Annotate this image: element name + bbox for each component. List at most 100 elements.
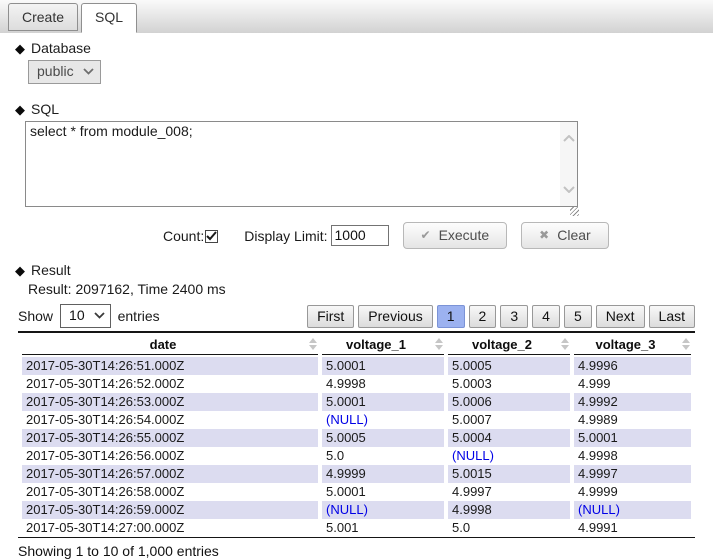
- result-table-body: 2017-05-30T14:26:51.000Z5.00015.00054.99…: [22, 357, 691, 537]
- scroll-down-icon[interactable]: [563, 186, 575, 193]
- database-select-value: public: [37, 63, 74, 80]
- diamond-icon: ◆: [15, 103, 25, 116]
- display-limit-input[interactable]: [331, 225, 389, 246]
- sql-section-title: ◆ SQL: [15, 101, 713, 117]
- main-content: ◆ Database public ◆ SQL select * from mo…: [0, 33, 713, 559]
- sort-icon: [435, 338, 443, 350]
- column-header-date[interactable]: date: [22, 333, 318, 355]
- table-row: 2017-05-30T14:26:53.000Z5.00015.00064.99…: [22, 393, 691, 411]
- result-table: date voltage_1 voltage_2 voltage_3: [18, 331, 695, 538]
- cell-date: 2017-05-30T14:26:54.000Z: [22, 411, 318, 429]
- cell-date: 2017-05-30T14:26:53.000Z: [22, 393, 318, 411]
- show-label: Show: [18, 308, 53, 324]
- page-length-value: 10: [69, 307, 85, 324]
- cell-date: 2017-05-30T14:26:55.000Z: [22, 429, 318, 447]
- cell-date: 2017-05-30T14:26:58.000Z: [22, 483, 318, 501]
- table-row: 2017-05-30T14:26:59.000Z(NULL)4.9998(NUL…: [22, 501, 691, 519]
- page-length-select[interactable]: 10: [60, 304, 111, 328]
- column-header-voltage-1[interactable]: voltage_1: [322, 333, 444, 355]
- clear-button[interactable]: ✖ Clear: [521, 222, 609, 249]
- cell-voltage_2: 4.9998: [448, 501, 570, 519]
- chevron-down-icon: [94, 312, 105, 319]
- cell-voltage_3: 4.9991: [574, 519, 691, 537]
- sql-textarea[interactable]: select * from module_008;: [25, 121, 578, 207]
- show-entries-control: Show 10 entries: [18, 304, 160, 328]
- count-checkbox[interactable]: [205, 230, 218, 243]
- sort-icon: [561, 338, 569, 350]
- cell-voltage_1: 4.9999: [322, 465, 444, 483]
- page-button-previous[interactable]: Previous: [358, 305, 432, 328]
- table-row: 2017-05-30T14:26:58.000Z5.00014.99974.99…: [22, 483, 691, 501]
- table-row: 2017-05-30T14:26:54.000Z(NULL)5.00074.99…: [22, 411, 691, 429]
- execute-button[interactable]: ✔ Execute: [403, 222, 508, 249]
- database-select[interactable]: public: [28, 60, 101, 84]
- cell-date: 2017-05-30T14:26:57.000Z: [22, 465, 318, 483]
- cell-voltage_3: 4.9992: [574, 393, 691, 411]
- cell-date: 2017-05-30T14:26:51.000Z: [22, 357, 318, 375]
- database-section-label: Database: [31, 40, 91, 56]
- entries-label: entries: [118, 308, 160, 324]
- diamond-icon: ◆: [15, 42, 25, 55]
- cell-voltage_3: 4.9998: [574, 447, 691, 465]
- result-summary: Result: 2097162, Time 2400 ms: [28, 281, 713, 297]
- resize-grip-icon[interactable]: [570, 207, 579, 216]
- cell-voltage_3: 4.9996: [574, 357, 691, 375]
- cell-voltage_1: (NULL): [322, 501, 444, 519]
- table-row: 2017-05-30T14:26:51.000Z5.00015.00054.99…: [22, 357, 691, 375]
- cell-voltage_2: 5.0007: [448, 411, 570, 429]
- table-row: 2017-05-30T14:26:57.000Z4.99995.00154.99…: [22, 465, 691, 483]
- cell-voltage_1: 5.0001: [322, 393, 444, 411]
- sql-section-label: SQL: [31, 101, 59, 117]
- page-button-last[interactable]: Last: [649, 305, 695, 328]
- page-button-next[interactable]: Next: [596, 305, 645, 328]
- cell-date: 2017-05-30T14:26:56.000Z: [22, 447, 318, 465]
- cell-voltage_3: 5.0001: [574, 429, 691, 447]
- cell-voltage_2: 5.0: [448, 519, 570, 537]
- page-button-2[interactable]: 2: [469, 305, 497, 328]
- cell-voltage_3: (NULL): [574, 501, 691, 519]
- page-button-1[interactable]: 1: [437, 305, 465, 328]
- cell-date: 2017-05-30T14:26:52.000Z: [22, 375, 318, 393]
- query-controls: Count: Display Limit: ✔ Execute ✖ Clear: [163, 222, 713, 249]
- page-button-4[interactable]: 4: [532, 305, 560, 328]
- column-label: voltage_2: [472, 337, 532, 352]
- cell-voltage_3: 4.9989: [574, 411, 691, 429]
- execute-button-label: Execute: [439, 227, 490, 243]
- check-icon: ✔: [421, 229, 431, 241]
- cell-voltage_3: 4.999: [574, 375, 691, 393]
- cell-voltage_2: 5.0003: [448, 375, 570, 393]
- table-info: Showing 1 to 10 of 1,000 entries: [18, 543, 713, 559]
- column-header-voltage-2[interactable]: voltage_2: [448, 333, 570, 355]
- table-header-row: date voltage_1 voltage_2 voltage_3: [22, 333, 691, 355]
- cell-voltage_1: 4.9998: [322, 375, 444, 393]
- column-header-voltage-3[interactable]: voltage_3: [574, 333, 691, 355]
- cell-voltage_2: 4.9997: [448, 483, 570, 501]
- tab-create[interactable]: Create: [8, 3, 78, 31]
- scroll-up-icon[interactable]: [563, 135, 575, 142]
- x-icon: ✖: [539, 229, 549, 241]
- cell-voltage_2: 5.0015: [448, 465, 570, 483]
- cell-voltage_2: 5.0004: [448, 429, 570, 447]
- pagination: FirstPrevious12345NextLast: [307, 305, 695, 328]
- cell-voltage_1: 5.0001: [322, 357, 444, 375]
- page-button-3[interactable]: 3: [500, 305, 528, 328]
- database-section-title: ◆ Database: [15, 40, 713, 56]
- column-label: voltage_1: [346, 337, 406, 352]
- cell-voltage_2: 5.0005: [448, 357, 570, 375]
- table-row: 2017-05-30T14:26:55.000Z5.00055.00045.00…: [22, 429, 691, 447]
- page-button-first[interactable]: First: [307, 305, 354, 328]
- page-button-5[interactable]: 5: [564, 305, 592, 328]
- count-label: Count:: [163, 228, 204, 244]
- cell-voltage_1: 5.001: [322, 519, 444, 537]
- chevron-down-icon: [83, 68, 94, 75]
- result-section-title: ◆ Result: [15, 262, 713, 278]
- cell-voltage_1: 5.0001: [322, 483, 444, 501]
- table-toolbar: Show 10 entries FirstPrevious12345NextLa…: [18, 304, 695, 328]
- tab-sql[interactable]: SQL: [81, 3, 137, 33]
- column-label: date: [150, 337, 177, 352]
- sort-icon: [309, 338, 317, 350]
- textarea-scrollbar[interactable]: [560, 122, 577, 206]
- cell-voltage_1: (NULL): [322, 411, 444, 429]
- clear-button-label: Clear: [557, 227, 590, 243]
- check-icon: [206, 231, 217, 241]
